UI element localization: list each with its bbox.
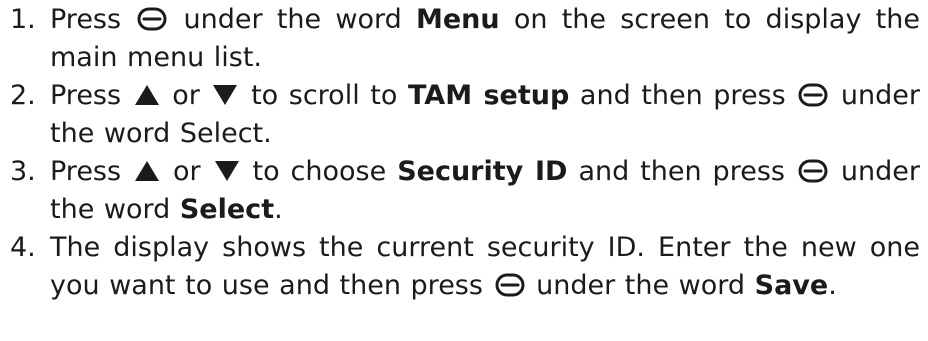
step-text: The display shows the current security I… [50, 229, 920, 305]
save-term: Save [754, 270, 829, 301]
instruction-steps: 1. Press under the word Menu on the scre… [10, 1, 920, 305]
step-number: 2. [10, 80, 36, 111]
step-text-segment: under the word [536, 270, 746, 301]
step-number: 4. [10, 232, 36, 263]
step-text-segment: Press [50, 80, 122, 111]
step-2: 2. Press or to scroll to TAM setup and t… [10, 77, 920, 153]
soft-key-button-icon [798, 159, 828, 183]
step-number: 1. [10, 4, 36, 35]
soft-key-button-icon [137, 7, 167, 31]
step-text: Press or to scroll to TAM setup and then… [50, 77, 920, 153]
up-arrow-icon [134, 159, 160, 183]
step-text-segment: . [828, 270, 837, 301]
select-term: Select [179, 194, 275, 225]
step-text-segment: . [274, 194, 283, 225]
tam-setup-term: TAM setup [407, 80, 570, 111]
step-number: 3. [10, 156, 36, 187]
soft-key-button-icon [798, 83, 828, 107]
step-text: Press under the word Menu on the screen … [50, 1, 920, 77]
step-text-segment: or [172, 156, 201, 187]
menu-term: Menu [415, 4, 500, 35]
step-1: 1. Press under the word Menu on the scre… [10, 1, 920, 77]
step-4: 4. The display shows the current securit… [10, 229, 920, 305]
step-text-segment: Press [50, 4, 122, 35]
step-text-segment: and then press [579, 80, 786, 111]
step-text-segment: to scroll to [251, 80, 398, 111]
step-3: 3. Press or to choose Security ID and th… [10, 153, 920, 229]
soft-key-button-icon [495, 273, 525, 297]
step-text-segment: or [172, 80, 200, 111]
step-text-segment: under the word [183, 4, 402, 35]
step-text-segment: to choose [252, 156, 387, 187]
down-arrow-icon [212, 83, 238, 107]
step-text: Press or to choose Security ID and then … [50, 153, 920, 229]
security-id-term: Security ID [397, 156, 568, 187]
up-arrow-icon [134, 83, 160, 107]
step-text-segment: and then press [578, 156, 785, 187]
down-arrow-icon [214, 159, 240, 183]
step-text-segment: Press [50, 156, 122, 187]
